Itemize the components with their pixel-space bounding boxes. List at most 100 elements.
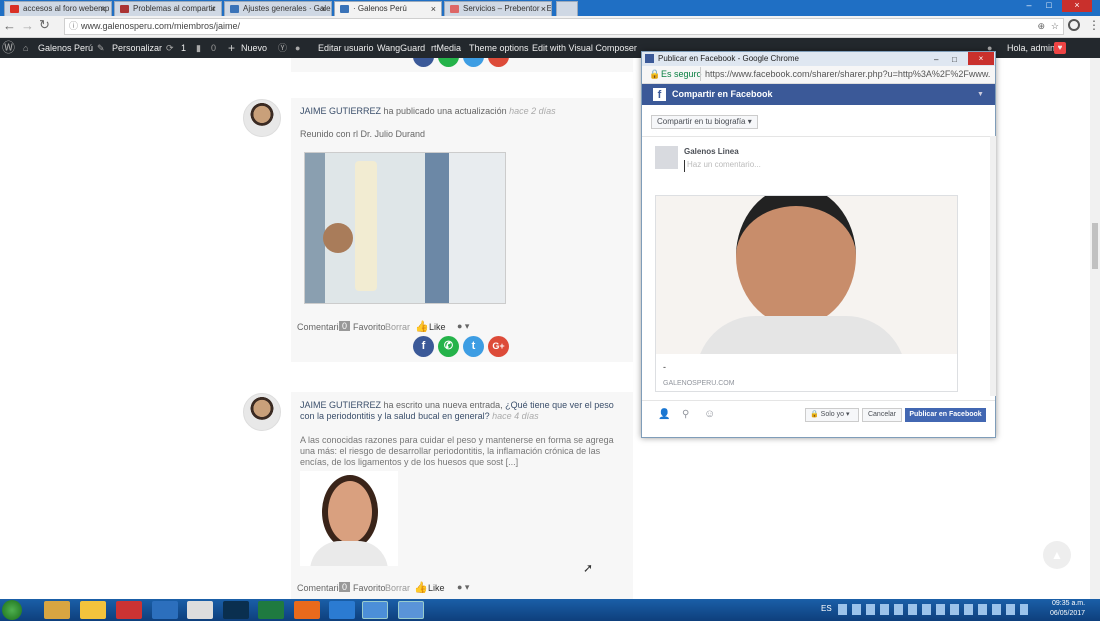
start-button[interactable] — [2, 600, 22, 620]
comment-button[interactable]: Comentario — [297, 583, 344, 593]
emoji-icon[interactable]: ☺ — [704, 408, 715, 420]
author-link[interactable]: JAIME GUTIERREZ — [300, 400, 381, 410]
tab-servicios[interactable]: Servicios – Prebentor · E × — [444, 1, 552, 16]
like-button[interactable]: Like — [429, 322, 446, 332]
author-link[interactable]: JAIME GUTIERREZ — [300, 106, 381, 116]
yoast-icon[interactable]: Ⓨ — [278, 38, 287, 58]
excel-icon[interactable] — [258, 601, 284, 619]
page-scrollbar[interactable] — [1090, 58, 1100, 599]
theme-options-link[interactable]: Theme options — [469, 38, 529, 58]
bookmark-star-icon[interactable]: ☆ — [1051, 19, 1059, 34]
new-content-link[interactable]: Nuevo — [241, 38, 267, 58]
language-indicator[interactable]: ES — [821, 604, 832, 613]
taskbar-app-icon[interactable] — [152, 601, 178, 619]
site-name-link[interactable]: Galenos Perú — [38, 38, 93, 58]
cancel-button[interactable]: Cancelar — [862, 408, 902, 422]
tab-galenos[interactable]: · Galenos Perú × — [334, 1, 442, 16]
whatsapp-share-icon[interactable] — [438, 58, 459, 67]
updates-count[interactable]: 1 — [181, 38, 186, 58]
close-tab-icon[interactable]: × — [211, 2, 216, 16]
comments-count[interactable]: 0 — [211, 38, 216, 58]
tab-gmail[interactable]: accesos al foro webemp × — [4, 1, 112, 16]
system-tray-icons[interactable] — [838, 604, 1028, 615]
address-bar[interactable]: ⓘ www.galenosperu.com/miembros/jaime/ ⊕ … — [64, 18, 1064, 35]
taskbar-app-icon[interactable] — [116, 601, 142, 619]
close-tab-icon[interactable]: × — [541, 2, 546, 16]
extension-icon[interactable] — [1068, 19, 1080, 31]
privacy-dropdown[interactable]: 🔒 Solo yo ▾ — [805, 408, 859, 422]
preview-face — [736, 196, 856, 326]
visual-composer-link[interactable]: Edit with Visual Composer — [532, 38, 637, 58]
facebook-share-icon[interactable]: f — [413, 336, 434, 357]
clock-time[interactable]: 09:35 a.m. — [1052, 600, 1085, 607]
location-icon[interactable]: ⚲ — [682, 409, 689, 420]
chrome-active-icon[interactable] — [362, 601, 388, 619]
edit-user-link[interactable]: Editar usuario — [318, 38, 374, 58]
home-icon: ⌂ — [23, 43, 29, 53]
back-to-top-button[interactable]: ▲ — [1043, 541, 1071, 569]
close-tab-icon[interactable]: × — [101, 2, 106, 16]
taskbar-app-icon[interactable] — [187, 601, 213, 619]
tab-ajustes[interactable]: Ajustes generales · Gale × — [224, 1, 332, 16]
post-thumbnail[interactable] — [300, 471, 398, 566]
scrollbar-thumb[interactable] — [1092, 223, 1098, 269]
avatar-icon[interactable]: ♥ — [1054, 42, 1066, 54]
new-tab-button[interactable] — [556, 1, 578, 16]
maximize-icon[interactable]: □ — [952, 53, 957, 67]
comment-input[interactable]: Haz un comentario... — [684, 160, 984, 172]
delete-button[interactable]: Borrar — [385, 583, 410, 593]
close-window-icon[interactable]: × — [1062, 0, 1092, 12]
firefox-icon[interactable] — [294, 601, 320, 619]
twitter-share-icon[interactable] — [463, 58, 484, 67]
customize-link[interactable]: Personalizar — [112, 38, 162, 58]
timestamp[interactable]: hace 4 días — [492, 411, 539, 421]
wangguard-link[interactable]: WangGuard — [377, 38, 425, 58]
chrome-icon[interactable] — [329, 601, 355, 619]
google-share-icon[interactable] — [488, 58, 509, 67]
zoom-icon[interactable]: ⊕ — [1037, 19, 1045, 34]
reload-icon[interactable]: ↻ — [39, 17, 50, 33]
google-share-icon[interactable]: G+ — [488, 336, 509, 357]
clock-date[interactable]: 06/05/2017 — [1050, 610, 1085, 617]
taskbar-app-icon[interactable] — [80, 601, 106, 619]
updates-icon: ⟳ — [166, 43, 174, 53]
tab-problemas[interactable]: Problemas al compartir × — [114, 1, 222, 16]
popup-scrollbar[interactable] — [990, 136, 996, 396]
avatar[interactable] — [243, 99, 281, 137]
taskbar-app-icon[interactable] — [44, 601, 70, 619]
privacy-globe-icon[interactable]: ● ▾ — [457, 582, 469, 593]
menu-dots-icon[interactable]: ⋮ — [1088, 18, 1100, 32]
favorite-button[interactable]: Favorito — [353, 583, 386, 593]
close-tab-icon[interactable]: × — [321, 2, 326, 16]
activity-photo[interactable] — [304, 152, 506, 304]
privacy-globe-icon[interactable]: ● ▾ — [457, 321, 469, 332]
close-window-icon[interactable]: × — [968, 52, 994, 65]
wordpress-icon[interactable]: Ⓦ — [2, 38, 15, 58]
timestamp[interactable]: hace 2 días — [509, 106, 556, 116]
twitter-share-icon[interactable]: t — [463, 336, 484, 357]
chevron-down-icon[interactable]: ▼ — [977, 84, 984, 105]
favorite-button[interactable]: Favorito — [353, 322, 386, 332]
popup-url[interactable]: https://www.facebook.com/sharer/sharer.p… — [700, 67, 990, 81]
forward-icon[interactable]: → — [21, 18, 34, 33]
comment-count-badge: 0 — [339, 321, 351, 331]
share-destination-dropdown[interactable]: Compartir en tu biografía ▾ — [651, 115, 758, 129]
tag-people-icon[interactable]: 👤 — [658, 409, 670, 420]
maximize-icon[interactable]: □ — [1042, 0, 1056, 12]
like-button[interactable]: Like — [428, 583, 445, 593]
delete-button[interactable]: Borrar — [385, 322, 410, 332]
whatsapp-share-icon[interactable]: ✆ — [438, 336, 459, 357]
close-tab-icon[interactable]: × — [431, 2, 436, 16]
avatar[interactable] — [243, 393, 281, 431]
account-greeting[interactable]: Hola, admin — [1007, 38, 1055, 58]
minimize-icon[interactable]: – — [934, 53, 938, 67]
comment-button[interactable]: Comentario — [297, 322, 344, 332]
back-icon[interactable]: ← — [3, 18, 16, 33]
link-preview-card[interactable]: - GALENOSPERU.COM — [655, 195, 958, 392]
publish-button[interactable]: Publicar en Facebook — [905, 408, 986, 422]
rtmedia-link[interactable]: rtMedia — [431, 38, 461, 58]
taskbar-app-icon[interactable] — [398, 601, 424, 619]
facebook-share-icon[interactable] — [413, 58, 434, 67]
photoshop-icon[interactable] — [223, 601, 249, 619]
minimize-icon[interactable]: – — [1022, 0, 1036, 12]
